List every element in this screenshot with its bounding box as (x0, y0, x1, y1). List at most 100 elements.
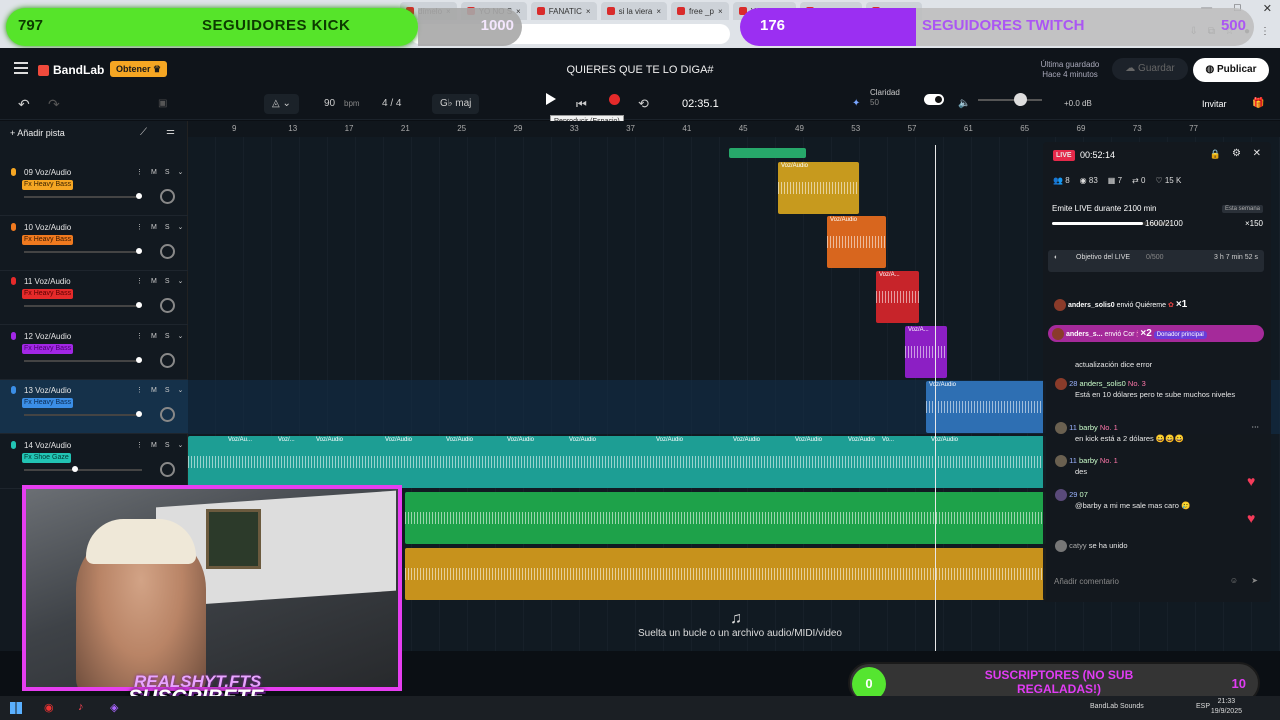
skip-back-icon[interactable]: ⏮ (576, 94, 587, 114)
close-icon[interactable]: ✕ (1253, 148, 1261, 159)
volume-fader[interactable] (24, 305, 142, 308)
track-header[interactable]: 09 Voz/Audio Fx Heavy Bass ⋮MS⌄ (0, 162, 188, 216)
close-tab-icon[interactable]: × (656, 7, 661, 16)
clarity-toggle[interactable] (924, 94, 944, 105)
track-header[interactable]: 13 Voz/Audio Fx Heavy Bass ⋮MS⌄ (0, 380, 188, 435)
fx-badge[interactable]: Fx Shoe Gaze (22, 453, 71, 463)
solo-button[interactable]: S (165, 333, 178, 340)
fx-badge[interactable]: Fx Heavy Bass (22, 180, 74, 190)
pan-knob[interactable] (160, 407, 175, 423)
twitch-icon[interactable]: ◈ (110, 701, 118, 714)
audio-clip[interactable] (405, 492, 1046, 544)
track-name[interactable]: 10 Voz/Audio (24, 223, 71, 232)
track-header[interactable]: 14 Voz/Audio Fx Shoe Gaze ⋮MS⌄ (0, 435, 188, 489)
solo-button[interactable]: S (165, 442, 178, 449)
track-menu-icon[interactable]: ⋮ (136, 278, 151, 285)
browser-tab[interactable]: FANATIC × (530, 2, 597, 20)
mute-button[interactable]: M (151, 442, 165, 449)
volume-fader[interactable] (24, 359, 142, 362)
audio-clip[interactable] (405, 548, 1046, 600)
volume-fader-knob[interactable] (135, 302, 142, 309)
audio-clip[interactable]: Voz/Audio (926, 381, 1046, 433)
send-icon[interactable]: ➤ (1251, 576, 1258, 585)
lock-icon[interactable]: 🔒 (1210, 149, 1221, 160)
undo-icon[interactable]: ↶ (18, 94, 30, 114)
timeline-ruler[interactable]: 9 13 17 21 25 29 33 37 41 45 49 53 57 61 65 69 73 77 (188, 121, 1280, 137)
solo-button[interactable]: S (165, 387, 178, 394)
live-objective[interactable]: ◐ Objetivo del LIVE 0/500 3 h 7 min 52 s (1048, 250, 1264, 272)
track-name[interactable]: 12 Voz/Audio (24, 332, 71, 341)
close-tab-icon[interactable]: × (586, 7, 591, 16)
track-name[interactable]: 11 Voz/Audio (24, 277, 71, 286)
mixer-icon[interactable]: ⚌ (166, 126, 175, 137)
browser-tab[interactable]: si la viera × (600, 2, 668, 20)
pan-knob[interactable] (160, 243, 175, 259)
track-header[interactable]: 12 Voz/Audio Fx Heavy Bass ⋮MS⌄ (0, 326, 188, 380)
volume-fader[interactable] (24, 196, 142, 198)
audio-clip[interactable]: Voz/A... (876, 271, 919, 323)
tempo-value[interactable]: 90 (324, 94, 335, 114)
track-menu-icon[interactable]: ⋮ (136, 387, 151, 394)
volume-fader[interactable] (24, 414, 142, 417)
volume-fader[interactable] (24, 469, 142, 471)
audio-clip[interactable]: Voz/Audio (827, 216, 886, 268)
mute-button[interactable]: M (151, 169, 165, 176)
track-name[interactable]: 13 Voz/Audio (24, 386, 71, 395)
audio-clip-row[interactable]: Voz/Au... Voz/... Voz/Audio Voz/Audio Voz/Au… (188, 436, 1046, 488)
browser-tab[interactable]: free _p × (671, 2, 729, 20)
volume-fader[interactable] (24, 250, 142, 253)
tiktok-icon[interactable]: ♪ (78, 701, 84, 713)
more-options-icon[interactable]: ⋯ (1252, 422, 1260, 432)
publish-button[interactable]: ◍ Publicar (1193, 58, 1269, 82)
pan-knob[interactable] (160, 189, 175, 204)
key-selector[interactable]: G♭ maj (432, 94, 480, 114)
metronome-button[interactable]: ◬ ⌄ (264, 94, 299, 114)
pan-knob[interactable] (160, 462, 175, 477)
hamburger-menu-icon[interactable] (14, 62, 28, 74)
track-menu-icon[interactable]: ⋮ (136, 333, 151, 340)
comment-input[interactable]: Añadir comentario ☺ ➤ (1048, 572, 1264, 592)
fx-badge[interactable]: Fx Heavy Bass (22, 343, 74, 354)
settings-icon[interactable]: ⚙ (1232, 148, 1241, 159)
clarity-control[interactable]: Claridad 50 (870, 88, 900, 108)
project-title[interactable]: QUIERES QUE TE LO DIGA# (500, 64, 780, 76)
menu-dots-icon[interactable]: ⋮ (1260, 26, 1270, 37)
speaker-icon[interactable]: 🔈 (958, 94, 970, 114)
pan-knob[interactable] (160, 298, 175, 314)
track-menu-icon[interactable]: ⋮ (136, 224, 151, 231)
pan-knob[interactable] (160, 352, 175, 368)
master-volume-slider[interactable] (978, 99, 1042, 101)
chrome-icon[interactable]: ◉ (44, 701, 54, 714)
invite-button[interactable]: Invitar (1202, 94, 1227, 114)
mute-button[interactable]: M (151, 387, 165, 394)
close-tab-icon[interactable]: × (718, 7, 723, 16)
mute-button[interactable]: M (151, 333, 165, 340)
play-button[interactable] (546, 93, 556, 105)
add-track-button[interactable]: + Añadir pista (10, 128, 65, 138)
bandlab-logo[interactable]: BandLab (38, 63, 104, 77)
language-indicator[interactable]: ESP (1196, 703, 1210, 710)
gift-icon[interactable]: 🎁 (1252, 94, 1264, 114)
windows-start-icon[interactable] (10, 702, 22, 714)
mute-button[interactable]: M (151, 278, 165, 285)
track-menu-icon[interactable]: ⋮ (136, 442, 151, 449)
time-signature[interactable]: 4 / 4 (382, 94, 401, 114)
audio-clip[interactable]: Voz/A... (905, 326, 947, 378)
bandlab-sounds[interactable]: BandLab Sounds (1090, 703, 1144, 710)
week-badge[interactable]: Esta semana (1221, 205, 1263, 213)
get-membership-button[interactable]: Obtener ♛ (110, 61, 168, 77)
fx-badge[interactable]: Fx Heavy Bass (22, 398, 74, 409)
save-button[interactable]: ☁ Guardar (1112, 58, 1188, 80)
track-name[interactable]: 14 Voz/Audio (24, 441, 71, 450)
volume-fader-knob[interactable] (135, 193, 142, 199)
automation-icon[interactable]: ⟋ (140, 127, 147, 138)
audio-clip[interactable]: Voz/Audio (778, 162, 859, 214)
mute-button[interactable]: M (151, 224, 165, 231)
split-icon[interactable]: ▣ (158, 94, 167, 114)
track-name[interactable]: 09 Voz/Audio (24, 168, 71, 177)
master-volume-knob[interactable] (1014, 93, 1027, 106)
volume-fader-knob[interactable] (71, 466, 78, 472)
solo-button[interactable]: S (165, 224, 178, 231)
fx-badge[interactable]: Fx Heavy Bass (22, 234, 74, 245)
playhead[interactable] (935, 145, 936, 651)
